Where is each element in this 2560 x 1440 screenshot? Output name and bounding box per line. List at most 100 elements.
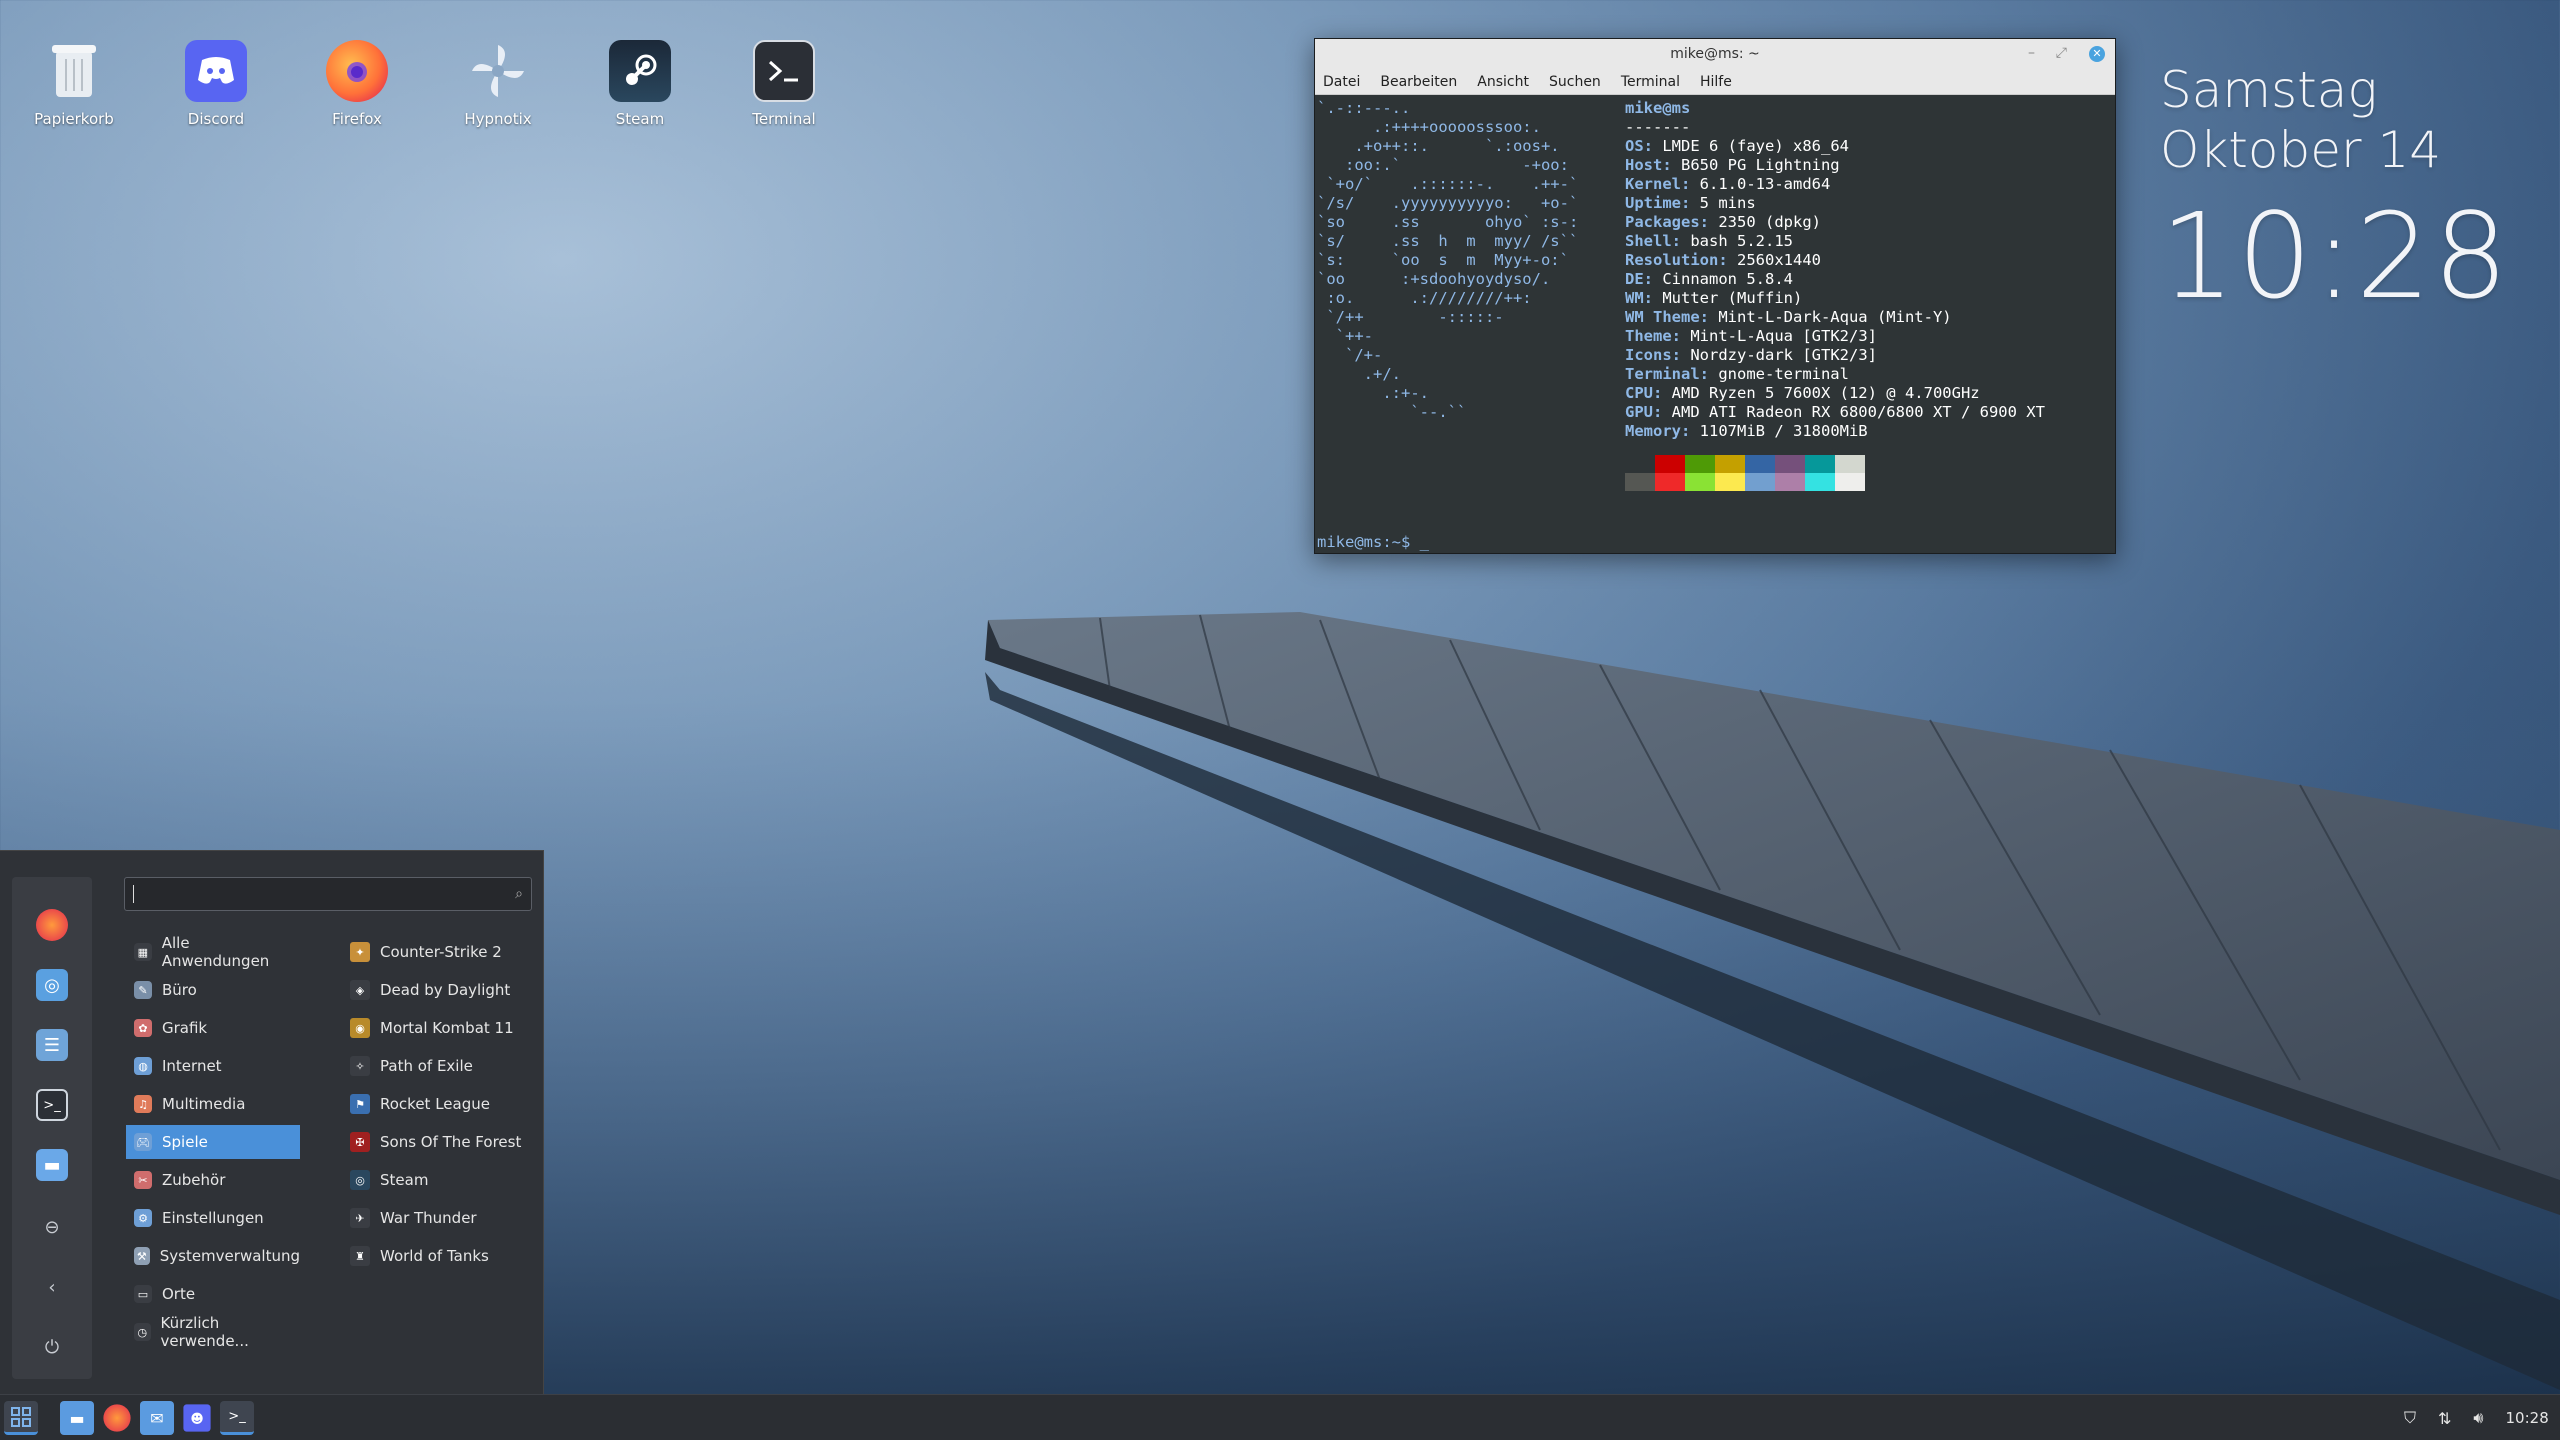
mail-icon[interactable]: ✉: [140, 1401, 174, 1435]
files-icon[interactable]: ▬: [60, 1401, 94, 1435]
folder-icon[interactable]: ▬: [36, 1149, 68, 1181]
terminal-output[interactable]: `.-::---.. .:++++ooooosssoo:. .+o++::. `…: [1315, 95, 2115, 555]
taskbar: ▬ ✉ ☻ >_ ⛉ ⇅ 🔊︎ 10:28: [0, 1394, 2560, 1440]
multimedia-icon: ♫: [134, 1095, 152, 1113]
info-value: 6.1.0-13-amd64: [1699, 175, 1831, 193]
menu-button[interactable]: [4, 1401, 38, 1435]
info-key: WM Theme: [1625, 308, 1700, 326]
info-value: gnome-terminal: [1718, 365, 1849, 383]
steam-icon: ◎: [350, 1170, 370, 1190]
info-value: Mutter (Muffin): [1662, 289, 1803, 307]
settings-icon[interactable]: ☰: [36, 1029, 68, 1061]
menu-ansicht[interactable]: Ansicht: [1477, 74, 1529, 90]
desktop-icon-label: Firefox: [332, 110, 382, 128]
desktop-icon-terminal[interactable]: Terminal: [724, 40, 844, 128]
firefox-icon: [326, 40, 388, 102]
info-value: Cinnamon 5.8.4: [1662, 270, 1793, 288]
grid-icon: ▦: [134, 943, 152, 961]
info-key: GPU: [1625, 403, 1653, 421]
info-value: 5 mins: [1699, 194, 1756, 212]
color-swatch: [1625, 473, 1655, 491]
color-swatch: [1685, 455, 1715, 473]
terminal-icon[interactable]: >_: [220, 1401, 254, 1435]
app-item[interactable]: ✧ Path of Exile: [344, 1049, 534, 1083]
desktop-icon-label: Steam: [615, 110, 665, 128]
info-value: bash 5.2.15: [1690, 232, 1793, 250]
close-icon[interactable]: ✕: [2089, 46, 2105, 62]
power-icon[interactable]: ⏻: [36, 1331, 68, 1363]
volume-icon[interactable]: 🔊︎: [2473, 1408, 2483, 1428]
color-swatch: [1625, 455, 1655, 473]
firefox-icon[interactable]: [103, 1404, 131, 1432]
system-tray: ⛉ ⇅ 🔊︎ 10:28: [2404, 1395, 2549, 1440]
logout-icon[interactable]: ‹: [36, 1271, 68, 1303]
menu-terminal[interactable]: Terminal: [1621, 74, 1680, 90]
category-item[interactable]: ◍ Internet: [126, 1049, 300, 1083]
desktop-icon-trash[interactable]: Papierkorb: [14, 40, 134, 128]
info-colon: :: [1681, 194, 1700, 212]
clock-date: Oktober 14: [2160, 121, 2442, 179]
category-item[interactable]: ⚙ Einstellungen: [126, 1201, 300, 1235]
discord-icon[interactable]: ☻: [183, 1404, 211, 1432]
steam-icon: [609, 40, 671, 102]
category-item[interactable]: ◷ Kürzlich verwende...: [126, 1314, 300, 1350]
shield-icon[interactable]: ⛉: [2404, 1408, 2416, 1428]
app-item[interactable]: ◈ Dead by Daylight: [344, 973, 534, 1007]
info-colon: :: [1653, 384, 1672, 402]
app-item[interactable]: ◎ Steam: [344, 1163, 534, 1197]
search-input[interactable]: ⌕: [124, 877, 532, 911]
maximize-icon[interactable]: ⤢: [2056, 45, 2067, 61]
category-item[interactable]: ♫ Multimedia: [126, 1087, 300, 1121]
category-item[interactable]: ▭ Orte: [126, 1277, 300, 1311]
app-label: Dead by Daylight: [380, 981, 511, 999]
info-key: Theme: [1625, 327, 1672, 345]
desktop-icon-steam[interactable]: Steam: [580, 40, 700, 128]
category-item[interactable]: ⚒ Systemverwaltung: [126, 1239, 300, 1273]
app-label: Counter-Strike 2: [380, 943, 502, 961]
terminal-icon[interactable]: >_: [36, 1089, 68, 1121]
taskbar-clock[interactable]: 10:28: [2506, 1409, 2549, 1427]
category-item[interactable]: ▦ Alle Anwendungen: [126, 934, 300, 970]
software-manager-icon[interactable]: ◎: [36, 969, 68, 1001]
desktop-icon-hypnotix[interactable]: Hypnotix: [438, 40, 558, 128]
graphics-icon: ✿: [134, 1019, 152, 1037]
app-item[interactable]: ♜ World of Tanks: [344, 1239, 534, 1273]
terminal-window[interactable]: mike@ms: ~ – ⤢ ✕ Datei Bearbeiten Ansich…: [1314, 38, 2116, 554]
app-item[interactable]: ⚑ Rocket League: [344, 1087, 534, 1121]
info-colon: :: [1699, 308, 1719, 326]
app-item[interactable]: ◉ Mortal Kombat 11: [344, 1011, 534, 1045]
discord-icon: [185, 40, 247, 102]
category-label: Kürzlich verwende...: [160, 1314, 249, 1350]
favorites-sidebar: ◎ ☰ >_ ▬ ⊖ ‹ ⏻: [12, 877, 92, 1379]
info-value: Nordzy-dark [GTK2/3]: [1690, 346, 1877, 364]
category-item[interactable]: ✂ Zubehör: [126, 1163, 300, 1197]
category-item[interactable]: ✿ Grafik: [126, 1011, 300, 1045]
category-label: Spiele: [162, 1133, 208, 1151]
neofetch-logo: `.-::---.. .:++++ooooosssoo:. .+o++::. `…: [1317, 99, 1579, 421]
category-label: Alle Anwendungen: [161, 934, 270, 970]
color-swatch: [1805, 473, 1835, 491]
terminal-titlebar[interactable]: mike@ms: ~ – ⤢ ✕: [1315, 39, 2115, 69]
info-colon: :: [1681, 422, 1700, 440]
menu-bearbeiten[interactable]: Bearbeiten: [1380, 74, 1457, 90]
terminal-prompt[interactable]: mike@ms:~$ _: [1317, 533, 1429, 552]
category-item[interactable]: 🎮︎ Spiele: [126, 1125, 300, 1159]
firefox-icon[interactable]: [36, 909, 68, 941]
category-item[interactable]: ✎ Büro: [126, 973, 300, 1007]
menu-datei[interactable]: Datei: [1323, 74, 1360, 90]
minimize-icon[interactable]: –: [2028, 45, 2035, 61]
network-icon[interactable]: ⇅: [2438, 1409, 2451, 1428]
app-item[interactable]: ✦ Counter-Strike 2: [344, 935, 534, 969]
color-swatch: [1745, 473, 1775, 491]
lock-icon[interactable]: ⊖: [36, 1211, 68, 1243]
desktop-icon-firefox[interactable]: Firefox: [297, 40, 417, 128]
rocket-league-icon: ⚑: [350, 1094, 370, 1114]
desktop-icon-discord[interactable]: Discord: [156, 40, 276, 128]
app-item[interactable]: ✈ War Thunder: [344, 1201, 534, 1235]
menu-hilfe[interactable]: Hilfe: [1700, 74, 1732, 90]
app-item[interactable]: ✠ Sons Of The Forest: [344, 1125, 534, 1159]
info-line: Uptime: 5 mins: [1625, 194, 2045, 213]
terminal-icon: [753, 40, 815, 102]
start-menu: ◎ ☰ >_ ▬ ⊖ ‹ ⏻ ⌕ ▦ Alle Anwendungen ✎ Büro ✿…: [0, 850, 544, 1394]
menu-suchen[interactable]: Suchen: [1549, 74, 1601, 90]
